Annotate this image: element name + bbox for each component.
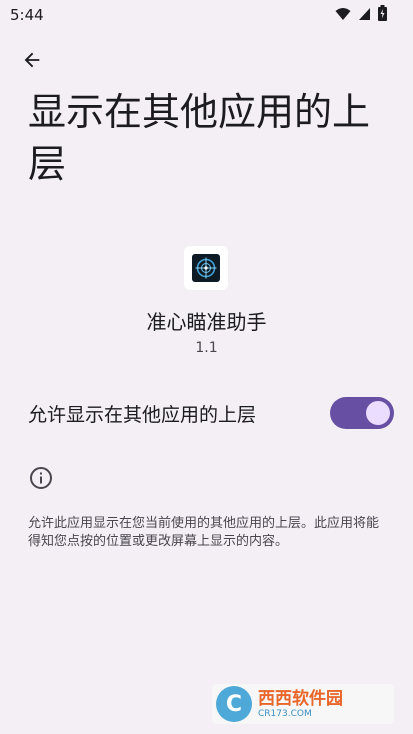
- info-icon: [29, 466, 53, 490]
- site-watermark: C 西西软件园 CR173.COM: [212, 684, 394, 724]
- wifi-icon: [335, 6, 351, 25]
- app-name: 准心瞄准助手: [146, 310, 267, 334]
- watermark-name: 西西软件园: [258, 688, 343, 709]
- permission-label: 允许显示在其他应用的上层: [28, 404, 257, 426]
- status-bar: 5:44: [0, 0, 413, 28]
- permission-toggle-row[interactable]: 允许显示在其他应用的上层: [0, 388, 413, 438]
- switch-thumb: [366, 401, 390, 425]
- app-version: 1.1: [195, 340, 218, 356]
- signal-icon: [358, 6, 371, 25]
- arrow-back-icon: [24, 52, 40, 68]
- app-icon-tile: [184, 246, 228, 290]
- status-icons: [335, 5, 387, 25]
- page-title: 显示在其他应用的上层: [28, 90, 371, 186]
- watermark-url: CR173.COM: [258, 708, 312, 719]
- status-time: 5:44: [10, 6, 44, 24]
- watermark-logo: C: [216, 686, 252, 722]
- battery-icon: [378, 5, 387, 25]
- back-button[interactable]: [18, 46, 46, 74]
- watermark-text: 西西软件园 CR173.COM: [258, 689, 343, 720]
- crosshair-app-icon: [192, 254, 220, 282]
- permission-description: 允许此应用显示在您当前使用的其他应用的上层。此应用将能得知您点按的位置或更改屏幕…: [28, 516, 380, 549]
- permission-switch[interactable]: [330, 397, 394, 429]
